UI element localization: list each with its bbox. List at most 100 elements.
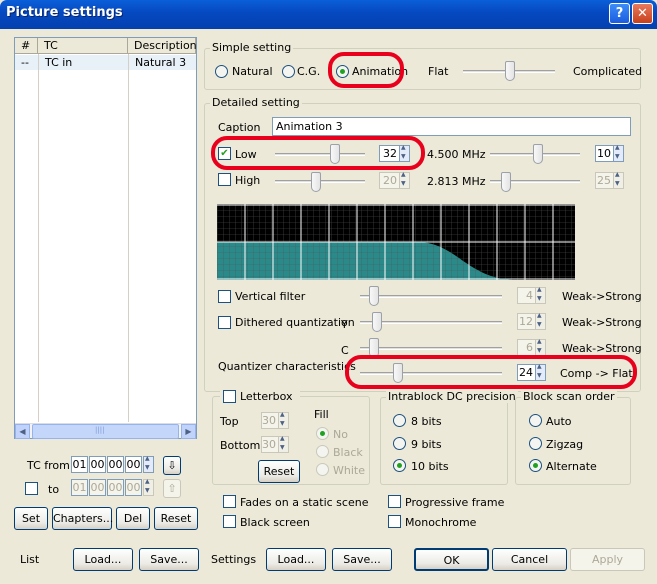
dithered-checkbox[interactable] (218, 316, 231, 329)
progressive-checkbox[interactable] (388, 495, 401, 508)
ok-button[interactable]: OK (414, 548, 489, 571)
bottom-spin[interactable] (278, 435, 289, 453)
vfilter-thumb[interactable] (369, 286, 379, 306)
vertical-filter-label: Vertical filter (235, 290, 306, 303)
reset-list-button[interactable]: Reset (154, 507, 198, 530)
settings-load-button[interactable]: Load... (266, 548, 326, 571)
dc-10bits-radio[interactable] (393, 459, 406, 472)
fades-checkbox[interactable] (223, 495, 236, 508)
settings-label: Settings (211, 553, 257, 566)
high-checkbox[interactable] (218, 173, 231, 186)
list-load-button[interactable]: Load... (73, 548, 133, 571)
tc-to-checkbox[interactable] (25, 482, 38, 495)
tc-to-hh[interactable]: 01 (71, 479, 88, 496)
tc-list[interactable]: # TC Description -- TC in Natural 3 (14, 37, 197, 439)
tc-to-ff[interactable]: 00 (125, 479, 142, 496)
black-screen-checkbox[interactable] (223, 515, 236, 528)
dither-c-value[interactable]: 6 (517, 339, 536, 356)
settings-save-button[interactable]: Save... (332, 548, 392, 571)
apply-button[interactable]: Apply (570, 548, 645, 571)
low-freq-thumb[interactable] (533, 144, 543, 164)
scan-auto-radio[interactable] (529, 414, 542, 427)
col-header-num[interactable]: # (15, 38, 38, 54)
set-button[interactable]: Set (14, 507, 48, 530)
dither-y-thumb[interactable] (372, 312, 382, 332)
list-hscrollbar[interactable]: ◀ |||| ▶ (15, 423, 196, 439)
simple-slider-thumb[interactable] (505, 61, 515, 81)
col-header-description[interactable]: Description (128, 38, 197, 54)
fill-black-radio[interactable] (316, 445, 329, 458)
tc-from-ff[interactable]: 00 (125, 456, 142, 473)
top-label: Top (220, 415, 239, 428)
del-button[interactable]: Del (116, 507, 150, 530)
high-value[interactable]: 20 (379, 172, 400, 189)
row-tc[interactable]: TC in (39, 55, 128, 70)
highlight-quantizer (345, 355, 637, 389)
tc-to-ss[interactable]: 00 (107, 479, 124, 496)
letterbox-reset-button[interactable]: Reset (258, 460, 300, 483)
quantizer-label: Quantizer characteristics (218, 360, 356, 373)
tc-up-button[interactable]: ⇧ (163, 479, 181, 498)
vfilter-value[interactable]: 4 (517, 287, 536, 304)
tc-from-mm[interactable]: 00 (89, 456, 106, 473)
dc-precision-title: Intrablock DC precision (386, 390, 518, 403)
cancel-button[interactable]: Cancel (492, 548, 567, 571)
dc-8bits-radio[interactable] (393, 414, 406, 427)
dc-9bits-radio[interactable] (393, 437, 406, 450)
dither-c-spin[interactable] (535, 338, 546, 356)
tc-to-label: to (48, 483, 60, 496)
list-save-button[interactable]: Save... (139, 548, 199, 571)
close-button[interactable]: ✕ (632, 3, 653, 24)
tc-down-button[interactable]: ⇩ (163, 456, 181, 475)
low-freq-value[interactable]: 10 (595, 145, 614, 162)
fill-no-radio[interactable] (316, 427, 329, 440)
bottom-value[interactable]: 30 (261, 436, 279, 453)
scroll-thumb[interactable]: |||| (32, 424, 179, 439)
scan-alternate-label: Alternate (546, 460, 597, 473)
scan-zigzag-radio[interactable] (529, 437, 542, 450)
high-freq-spin[interactable] (613, 171, 624, 189)
list-label: List (20, 553, 40, 566)
black-screen-label: Black screen (240, 516, 310, 529)
help-button[interactable]: ? (609, 3, 630, 24)
natural-radio[interactable] (215, 65, 228, 78)
highlight-low (211, 136, 425, 170)
vertical-filter-checkbox[interactable] (218, 290, 231, 303)
dither-c-range: Weak->Strong (562, 342, 642, 355)
scroll-left-arrow[interactable]: ◀ (15, 424, 30, 439)
high-freq-value[interactable]: 25 (595, 172, 614, 189)
tc-to-mm[interactable]: 00 (89, 479, 106, 496)
high-spin[interactable] (399, 171, 410, 189)
vfilter-track (360, 295, 502, 298)
tc-from-hh[interactable]: 01 (71, 456, 88, 473)
letterbox-checkbox[interactable] (223, 390, 236, 403)
caption-input[interactable]: Animation 3 (272, 117, 631, 136)
tc-from-ss[interactable]: 00 (107, 456, 124, 473)
tc-from-spin[interactable] (143, 455, 154, 473)
row-num[interactable]: -- (15, 55, 38, 70)
dither-y-value[interactable]: 12 (517, 313, 536, 330)
vfilter-spin[interactable] (535, 286, 546, 304)
window-title: Picture settings (6, 5, 123, 20)
chapters-button[interactable]: Chapters... (52, 507, 113, 530)
dc-8bits-label: 8 bits (411, 415, 442, 428)
col-header-tc[interactable]: TC (38, 38, 128, 54)
high-label: High (235, 174, 261, 187)
low-freq-spin[interactable] (613, 144, 624, 162)
cg-radio[interactable] (282, 65, 295, 78)
scroll-right-arrow[interactable]: ▶ (181, 424, 196, 439)
filter-response-graph (217, 204, 575, 280)
top-spin[interactable] (278, 411, 289, 429)
scroll-grip: |||| (95, 426, 105, 434)
monochrome-checkbox[interactable] (388, 515, 401, 528)
fill-white-radio[interactable] (316, 463, 329, 476)
top-value[interactable]: 30 (261, 412, 279, 429)
high-freq-thumb[interactable] (501, 172, 511, 192)
high-slider-thumb[interactable] (311, 172, 321, 192)
fill-label: Fill (314, 408, 329, 421)
dither-y-spin[interactable] (535, 312, 546, 330)
row-description[interactable]: Natural 3 (129, 55, 196, 70)
vfilter-range: Weak->Strong (562, 290, 642, 303)
scan-alternate-radio[interactable] (529, 459, 542, 472)
tc-to-spin[interactable] (143, 478, 154, 496)
